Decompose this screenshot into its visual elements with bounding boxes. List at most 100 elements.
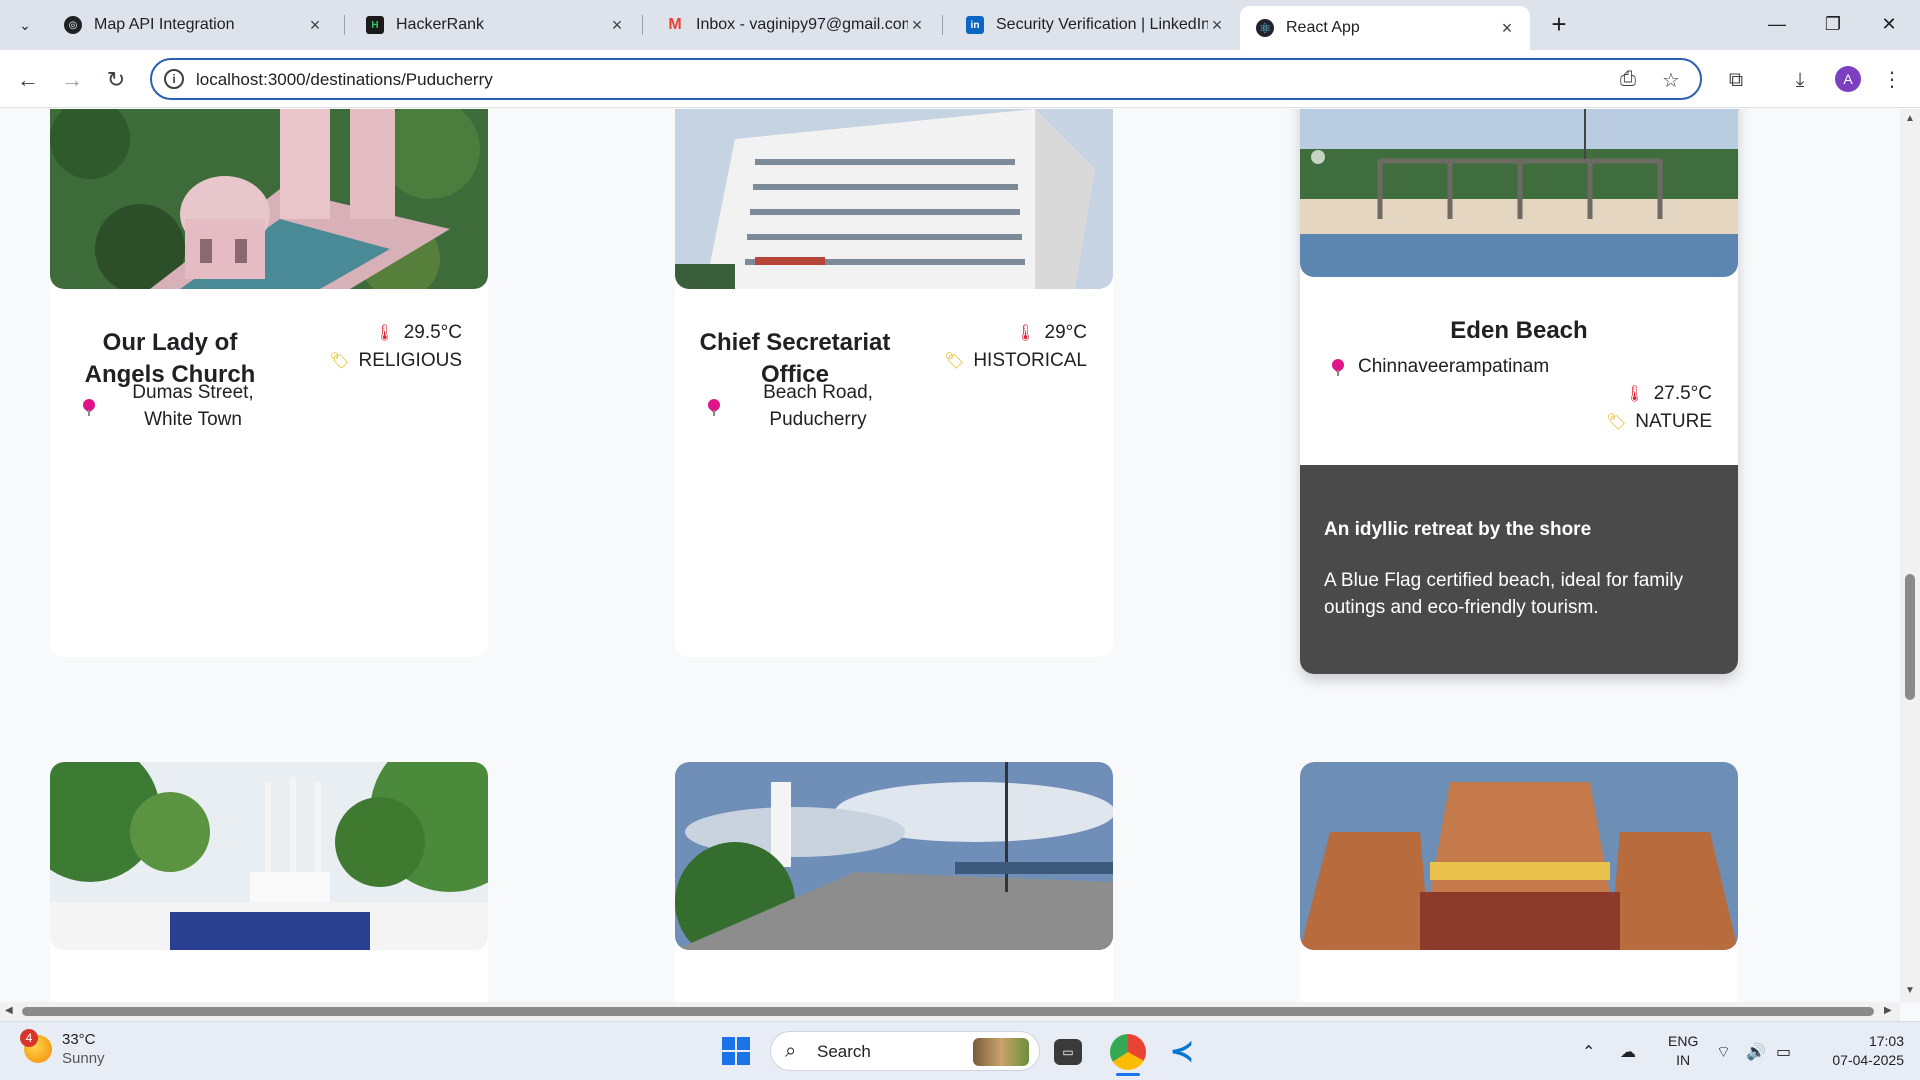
tag-icon: 🏷 — [1606, 414, 1627, 431]
windows-start-icon[interactable] — [722, 1037, 750, 1065]
thermometer-icon: 🌡 — [374, 325, 395, 342]
download-icon[interactable]: ⤓ — [1784, 64, 1816, 96]
temperature: 29°C — [1044, 322, 1087, 343]
tab-react-app[interactable]: ⚛ React App × — [1240, 6, 1530, 50]
destination-photo — [675, 109, 1113, 289]
destination-card[interactable] — [1300, 762, 1738, 1002]
vertical-scrollbar[interactable]: ▲ ▼ — [1900, 109, 1920, 1002]
weather-widget[interactable]: 4 33°C Sunny — [20, 1029, 105, 1068]
vscode-taskbar-icon[interactable]: ≺ — [1164, 1034, 1200, 1070]
close-icon[interactable]: × — [306, 15, 324, 36]
close-icon[interactable]: × — [608, 15, 626, 36]
destination-card[interactable] — [675, 762, 1113, 1002]
tab-title: Security Verification | LinkedIn — [996, 16, 1208, 33]
react-favicon-icon: ⚛ — [1256, 19, 1274, 37]
destination-detail-panel: An idyllic retreat by the shore A Blue F… — [1300, 465, 1738, 674]
destination-photo — [50, 109, 488, 289]
taskbar-clock[interactable]: 17:03 07-04-2025 — [1812, 1032, 1904, 1070]
tab-search-chevron-icon[interactable]: ⌄ — [10, 11, 40, 39]
tab-linkedin[interactable]: in Security Verification | LinkedIn × — [950, 8, 1240, 42]
destination-card[interactable]: Our Lady of Angels Church 🌡 29.5°C 🏷 RELIG… — [50, 109, 488, 657]
reload-icon[interactable]: ↻ — [100, 64, 132, 96]
profile-avatar[interactable]: A — [1835, 66, 1861, 92]
destination-location: Chinnaveerampatinam — [1358, 356, 1550, 377]
browser-toolbar: ← → ↻ i localhost:3000/destinations/Pudu… — [0, 50, 1920, 108]
horizontal-scroll-thumb[interactable] — [22, 1007, 1874, 1016]
temperature: 29.5°C — [403, 322, 462, 343]
scroll-down-arrow-icon[interactable]: ▼ — [1905, 985, 1915, 996]
show-hidden-icons-chevron-icon[interactable]: ⌃ — [1582, 1042, 1595, 1062]
extensions-puzzle-icon[interactable]: ⧉ — [1720, 64, 1752, 96]
lighthouse-promenade-photo — [675, 762, 1113, 950]
page-content: Our Lady of Angels Church 🌡 29.5°C 🏷 RELIG… — [0, 109, 1900, 1002]
destination-meta: 🌡 29.5°C 🏷 RELIGIOUS — [329, 319, 462, 375]
battery-icon[interactable]: ▭ — [1776, 1042, 1791, 1062]
clock-time: 17:03 — [1868, 1033, 1904, 1049]
horizontal-scrollbar[interactable]: ◀ ▶ — [0, 1002, 1900, 1021]
category-label: NATURE — [1635, 411, 1712, 432]
volume-icon[interactable]: 🔊 — [1746, 1042, 1766, 1062]
tab-title: HackerRank — [396, 16, 485, 33]
tab-separator — [344, 15, 345, 35]
scroll-left-arrow-icon[interactable]: ◀ — [5, 1005, 13, 1016]
tab-gmail[interactable]: M Inbox - vaginipy97@gmail.com × — [650, 8, 940, 42]
search-highlight-image — [973, 1038, 1029, 1066]
close-icon[interactable]: × — [1208, 15, 1226, 36]
close-icon[interactable]: × — [1498, 18, 1516, 39]
secretariat-photo — [675, 109, 1113, 289]
tab-title: Inbox - vaginipy97@gmail.com — [696, 16, 908, 33]
task-view-icon[interactable]: ▭ — [1054, 1039, 1082, 1065]
vertical-scroll-thumb[interactable] — [1905, 574, 1915, 700]
destination-description: A Blue Flag certified beach, ideal for f… — [1324, 570, 1684, 618]
tab-title: Map API Integration — [94, 16, 235, 33]
onedrive-icon[interactable]: ☁ — [1620, 1042, 1636, 1062]
destination-tagline: An idyllic retreat by the shore — [1324, 519, 1592, 540]
destination-card[interactable]: Chief Secretariat Office 🌡 29°C 🏷 HISTORIC… — [675, 109, 1113, 657]
bookmark-star-icon[interactable]: ☆ — [1662, 68, 1680, 93]
location-pin-icon — [1332, 359, 1344, 376]
destination-name: Eden Beach — [1450, 317, 1588, 344]
chrome-taskbar-icon[interactable] — [1110, 1034, 1146, 1070]
tab-separator — [942, 15, 943, 35]
back-arrow-icon[interactable]: ← — [12, 64, 44, 96]
temple-photo — [1300, 762, 1738, 950]
memorial-photo — [50, 762, 488, 950]
new-tab-button[interactable]: + — [1544, 10, 1574, 40]
tab-separator — [642, 15, 643, 35]
linkedin-favicon-icon: in — [966, 16, 984, 34]
gmail-favicon-icon: M — [668, 16, 682, 33]
install-app-icon[interactable]: ⎙ — [1620, 68, 1636, 91]
search-icon: ⌕ — [785, 1040, 797, 1062]
region-code: IN — [1676, 1052, 1691, 1068]
category-label: HISTORICAL — [973, 350, 1087, 371]
beach-photo — [1300, 109, 1738, 277]
close-icon[interactable]: × — [908, 15, 926, 36]
wifi-icon[interactable]: ⌔ — [1716, 1042, 1731, 1062]
temperature: 27.5°C — [1653, 383, 1712, 404]
tab-hackerrank[interactable]: H HackerRank × — [350, 8, 640, 42]
window-close-icon[interactable]: ✕ — [1866, 8, 1912, 40]
clock-date: 07-04-2025 — [1832, 1052, 1904, 1068]
minimize-icon[interactable]: — — [1754, 8, 1800, 40]
category-label: RELIGIOUS — [358, 350, 462, 371]
restore-icon[interactable]: ❐ — [1810, 8, 1856, 40]
address-bar[interactable]: i localhost:3000/destinations/Puducherry… — [150, 58, 1702, 100]
openai-favicon-icon: ◎ — [64, 16, 82, 34]
location-pin-icon — [708, 399, 720, 416]
forward-arrow-icon[interactable]: → — [56, 64, 88, 96]
site-info-icon[interactable]: i — [164, 69, 184, 89]
scroll-up-arrow-icon[interactable]: ▲ — [1905, 113, 1915, 124]
location-pin-icon — [83, 399, 95, 416]
tag-icon: 🏷 — [944, 353, 965, 370]
destination-location: Dumas Street, White Town — [132, 382, 254, 430]
menu-kebab-icon[interactable]: ⋮ — [1876, 64, 1908, 96]
tab-map-api[interactable]: ◎ Map API Integration × — [48, 8, 338, 42]
url-text[interactable]: localhost:3000/destinations/Puducherry — [196, 70, 493, 90]
language-indicator[interactable]: ENG IN — [1668, 1032, 1698, 1070]
taskbar-search[interactable]: ⌕ Search — [770, 1031, 1040, 1071]
scroll-right-arrow-icon[interactable]: ▶ — [1884, 1005, 1892, 1016]
tag-icon: 🏷 — [329, 353, 350, 370]
destination-card-hovered[interactable]: Eden Beach Chinnaveerampatinam 🌡 27.5°C 🏷… — [1300, 109, 1738, 674]
windows-taskbar: 4 33°C Sunny ⌕ Search ▭ ≺ ⌃ ☁ ENG IN ⌔ 🔊… — [0, 1021, 1920, 1080]
destination-card[interactable] — [50, 762, 488, 1002]
